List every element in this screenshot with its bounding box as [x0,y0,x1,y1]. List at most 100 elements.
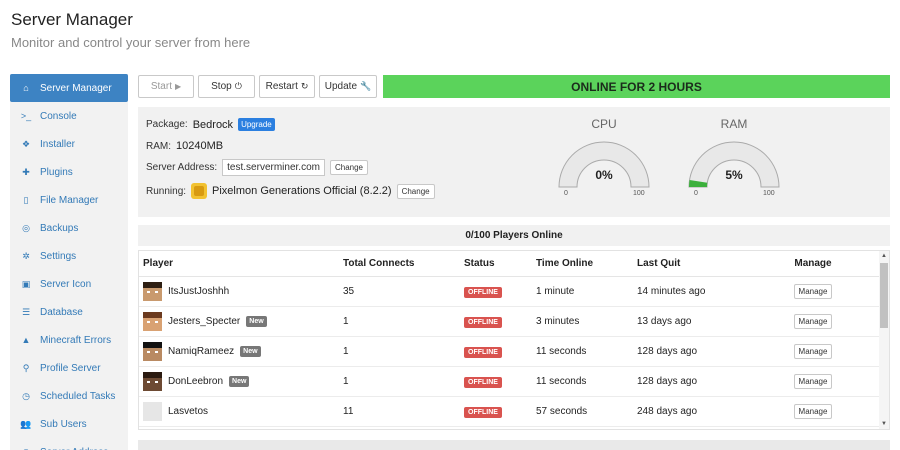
column-header-time-online: Time Online [536,258,594,269]
manage-cell: Manage [753,284,873,299]
sidebar-item-installer[interactable]: ❖ Installer [10,130,128,158]
player-cell: DonLeebron New [139,372,343,391]
start-button[interactable]: Start ▶ [138,75,194,98]
terminal-icon: >_ [20,111,32,121]
ram-gauge-title: RAM [720,117,748,131]
manage-button[interactable]: Manage [793,284,833,299]
sidebar-item-label: Sub Users [40,418,87,430]
status-badge: OFFLINE [464,287,502,298]
ram-gauge-value: 5% [725,168,743,182]
sidebar-item-label: Installer [40,138,76,150]
manage-button[interactable]: Manage [793,344,833,359]
modpack-icon [191,183,208,199]
sidebar-item-settings[interactable]: ✲ Settings [10,242,128,270]
ram-gauge-min: 0 [694,190,698,197]
cpu-gauge-min: 0 [564,190,568,197]
table-row: ItsJustJoshhh 35 OFFLINE 1 minute 14 minutes… [139,277,889,307]
sidebar-item-server-manager[interactable]: ⌂ Server Manager [10,74,128,102]
total-connects: 1 [343,346,349,357]
scroll-up-arrow-icon[interactable]: ▲ [879,251,889,261]
file-icon: ▯ [23,194,29,205]
update-button[interactable]: Update 🔧 [319,75,377,98]
players-online-summary: 0/100 Players Online [138,225,890,246]
total-connects: 35 [343,286,355,297]
manage-button[interactable]: Manage [793,374,833,389]
sidebar-item-sub-users[interactable]: 👥 Sub Users [10,410,128,438]
players-table-scrollbar[interactable]: ▲ ▼ [879,251,889,429]
sidebar-item-label: Console [40,110,77,122]
restart-button[interactable]: Restart ↻ [259,75,315,98]
cpu-gauge: CPU 0% 0 100 [549,117,659,201]
package-value: Bedrock [192,118,234,131]
time-online: 11 seconds [536,346,587,357]
sidebar-item-file-manager[interactable]: ▯ File Manager [10,186,128,214]
sidebar: ⌂ Server Manager >_ Console ❖ Installer ✚ Plugi… [10,74,128,450]
status-cell: OFFLINE [464,286,536,298]
sidebar-item-backups[interactable]: ◎ Backups [10,214,128,242]
status-cell: OFFLINE [464,406,536,418]
status-cell: OFFLINE [464,376,536,388]
sidebar-item-label: File Manager [40,194,99,206]
last-quit: 248 days ago [637,406,698,417]
status-badge: OFFLINE [464,407,502,418]
sidebar-item-minecraft-errors[interactable]: ▲ Minecraft Errors [10,326,128,354]
last-quit: 128 days ago [637,376,698,387]
change-address-button[interactable]: Change [329,160,368,175]
change-modpack-button[interactable]: Change [396,183,435,199]
total-connects: 11 [343,406,354,417]
wrench-icon: 🔧 [360,81,372,91]
column-header-player: Player [143,258,174,269]
time-online: 1 minute [536,286,575,297]
sidebar-item-database[interactable]: ☰ Database [10,298,128,326]
new-badge: New [246,316,267,327]
scroll-down-arrow-icon[interactable]: ▼ [879,419,889,429]
address-value: test.serverminer.com [222,159,325,176]
total-connects: 1 [343,316,349,327]
upgrade-button[interactable]: Upgrade [238,118,275,131]
avatar [143,402,162,421]
scroll-thumb[interactable] [880,263,888,328]
package-label: Package: [146,119,188,130]
cpu-gauge-max: 100 [633,190,645,197]
table-row: Jesters_Specter New 1 OFFLINE 3 minutes 13 da… [139,307,889,337]
clock-icon: ◷ [22,390,30,401]
players-table-body: ItsJustJoshhh 35 OFFLINE 1 minute 14 minutes… [139,277,889,427]
sidebar-item-label: Plugins [40,166,73,178]
table-row: DonLeebron New 1 OFFLINE 11 seconds 128 days … [139,367,889,397]
status-badge: OFFLINE [464,317,502,328]
ram-gauge-arc [688,141,780,188]
home-icon: ⌂ [23,83,29,93]
sidebar-item-profile-server[interactable]: ⚲ Profile Server [10,354,128,382]
sidebar-item-label: Database [40,306,83,318]
sidebar-item-server-address[interactable]: ◉Server Address [10,438,128,450]
cpu-gauge-title: CPU [591,117,617,131]
manage-button[interactable]: Manage [793,404,833,419]
manage-cell: Manage [753,404,873,419]
ram-label: RAM: [146,140,171,152]
player-name: Jesters_Specter [168,316,241,327]
sidebar-item-server-icon[interactable]: ▣ Server Icon [10,270,128,298]
last-quit: 13 days ago [637,316,692,327]
sidebar-item-scheduled-tasks[interactable]: ◷ Scheduled Tasks [10,382,128,410]
column-header-status: Status [464,258,495,269]
column-header-last-quit: Last Quit [637,258,681,269]
status-cell: OFFLINE [464,316,536,328]
cubes-icon: ❖ [21,138,31,149]
player-cell: ItsJustJoshhh [139,282,343,301]
warning-icon: ▲ [21,335,31,345]
ram-gauge-max: 100 [763,190,775,197]
manage-cell: Manage [753,374,873,389]
power-icon: ⏻ [234,81,242,91]
life-ring-icon: ◎ [22,222,30,233]
sidebar-item-label: Minecraft Errors [40,334,112,346]
column-header-manage: Manage [794,258,832,269]
sidebar-item-plugins[interactable]: ✚ Plugins [10,158,128,186]
address-label: Server Address: [146,162,218,173]
sidebar-item-label: Scheduled Tasks [40,390,116,402]
manage-button[interactable]: Manage [793,314,833,329]
sidebar-item-label: Backups [40,222,79,234]
sidebar-item-console[interactable]: >_ Console [10,102,128,130]
avatar [143,342,162,361]
stop-button[interactable]: Stop ⏻ [198,75,255,98]
sidebar-item-label: Settings [40,250,77,262]
